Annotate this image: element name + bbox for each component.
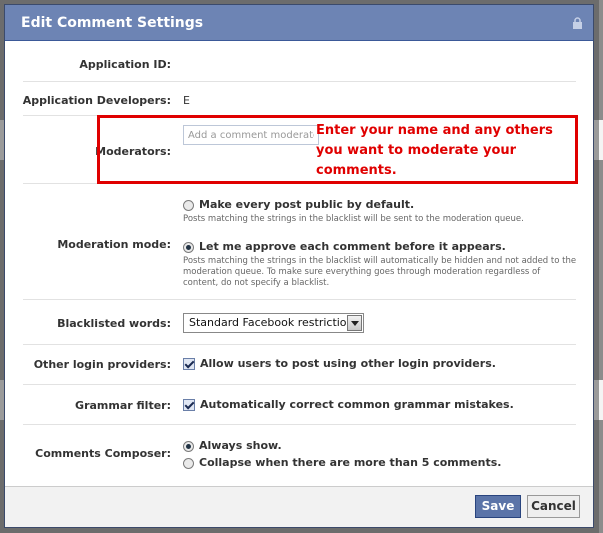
radio-approve[interactable]: [183, 241, 194, 253]
login-providers-checkbox[interactable]: [183, 358, 195, 370]
grammar-filter-label: Grammar filter:: [75, 399, 171, 412]
blacklisted-words-row: Blacklisted words: Standard Facebook res…: [23, 300, 576, 345]
composer-option-collapse[interactable]: Collapse when there are more than 5 comm…: [183, 456, 502, 469]
grammar-filter-option-label: Automatically correct common grammar mis…: [200, 398, 514, 411]
login-providers-label: Other login providers:: [33, 358, 171, 371]
moderation-option-public[interactable]: Make every post public by default.: [183, 198, 414, 211]
moderation-option-public-hint: Posts matching the strings in the blackl…: [183, 214, 524, 224]
application-id-label: Application ID:: [79, 58, 171, 71]
moderation-mode-row: Moderation mode: Make every post public …: [23, 184, 576, 300]
moderation-option-approve[interactable]: Let me approve each comment before it ap…: [183, 240, 506, 253]
dialog-footer: Save Cancel: [5, 486, 593, 527]
moderation-option-public-label: Make every post public by default.: [199, 198, 415, 211]
annotation-text: Enter your name and any others you want …: [316, 123, 553, 178]
composer-option-collapse-label: Collapse when there are more than 5 comm…: [199, 456, 502, 469]
moderation-option-approve-hint: Posts matching the strings in the blackl…: [183, 256, 577, 288]
comments-composer-label: Comments Composer:: [35, 447, 171, 460]
blacklist-select[interactable]: Standard Facebook restrictions: [183, 313, 364, 333]
application-id-row: Application ID:: [23, 42, 576, 82]
grammar-filter-option[interactable]: Automatically correct common grammar mis…: [183, 398, 514, 411]
login-providers-option-label: Allow users to post using other login pr…: [200, 357, 496, 370]
composer-option-always-label: Always show.: [199, 439, 282, 452]
app-developers-label: Application Developers:: [22, 94, 171, 107]
dialog-title-bar: Edit Comment Settings: [5, 5, 593, 41]
blacklist-select-value: Standard Facebook restrictions: [189, 316, 360, 329]
moderation-mode-label: Moderation mode:: [57, 238, 171, 251]
save-button[interactable]: Save: [475, 495, 521, 518]
dialog-title: Edit Comment Settings: [21, 15, 204, 31]
comments-composer-row: Comments Composer: Always show. Collapse…: [23, 425, 576, 487]
app-developers-row: Application Developers: E: [23, 82, 576, 116]
chevron-down-icon[interactable]: [347, 315, 362, 331]
radio-public[interactable]: [183, 199, 194, 211]
blacklisted-words-label: Blacklisted words:: [57, 317, 171, 330]
grammar-filter-row: Grammar filter: Automatically correct co…: [23, 385, 576, 425]
lock-icon: [573, 17, 582, 29]
radio-collapse[interactable]: [183, 457, 194, 469]
radio-always-show[interactable]: [183, 440, 194, 452]
moderation-option-approve-label: Let me approve each comment before it ap…: [199, 240, 506, 253]
composer-option-always[interactable]: Always show.: [183, 439, 282, 452]
login-providers-row: Other login providers: Allow users to po…: [23, 345, 576, 385]
cancel-button[interactable]: Cancel: [527, 495, 580, 518]
login-providers-option[interactable]: Allow users to post using other login pr…: [183, 357, 496, 370]
app-developers-value: E: [183, 94, 190, 107]
grammar-filter-checkbox[interactable]: [183, 399, 195, 411]
edit-comment-settings-dialog: Edit Comment Settings Application ID: Ap…: [4, 4, 594, 528]
